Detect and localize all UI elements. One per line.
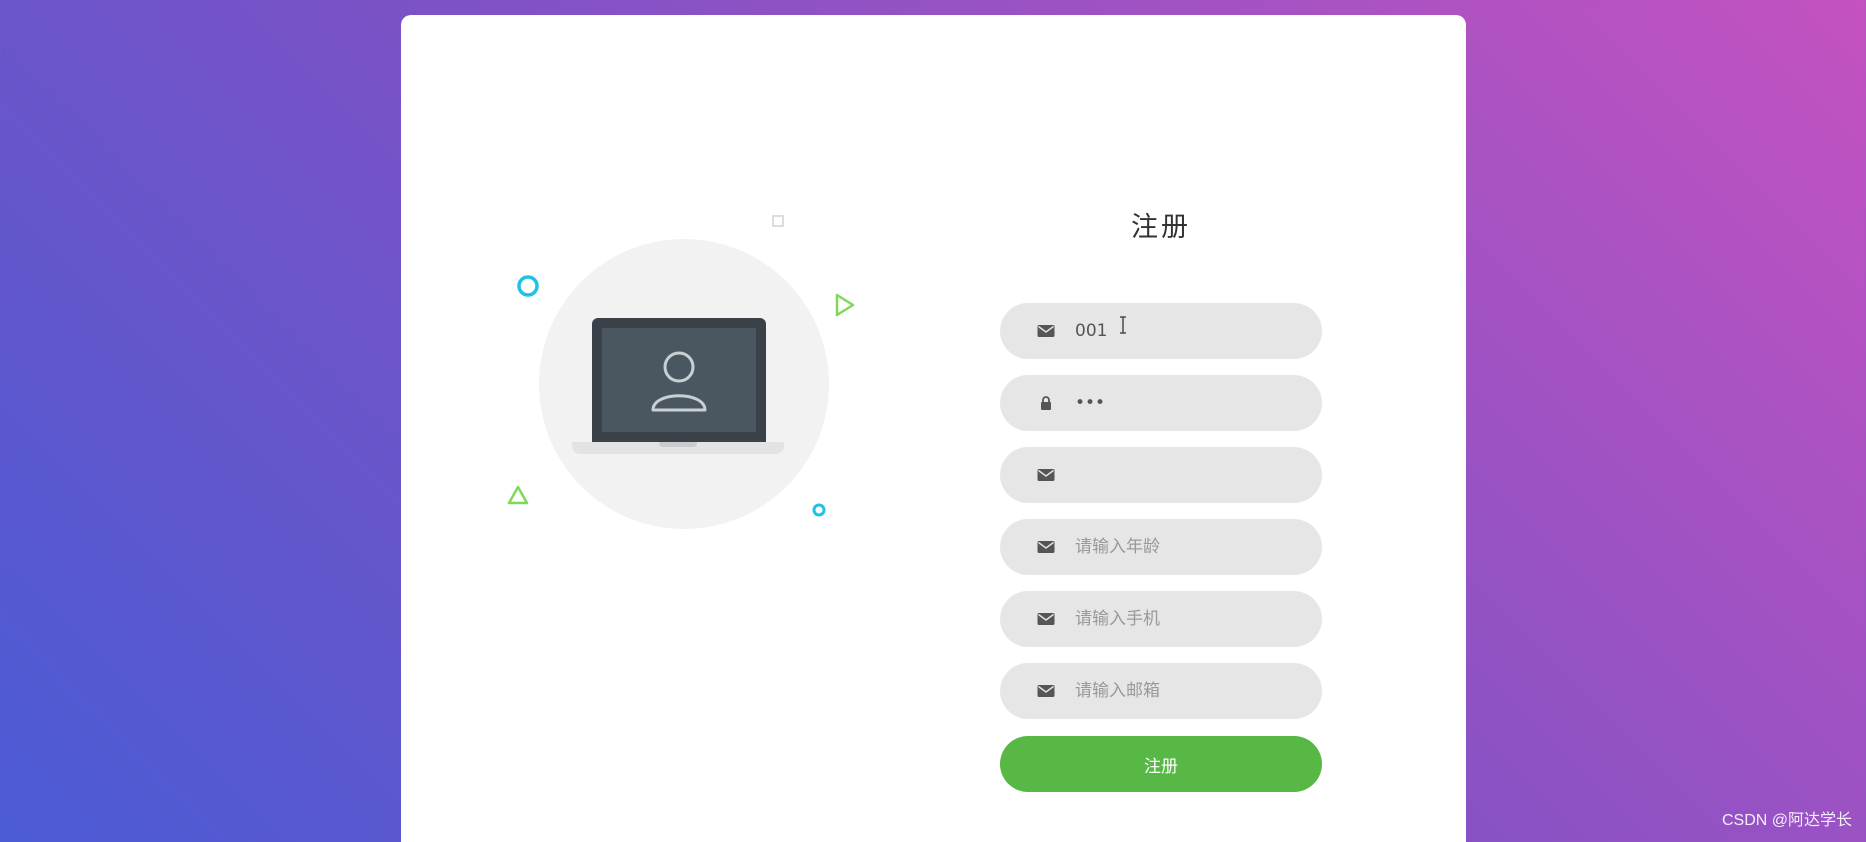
email-input[interactable] <box>1075 663 1305 719</box>
form-title: 注册 <box>1131 212 1191 243</box>
text-cursor-icon <box>1120 316 1126 334</box>
password-input[interactable] <box>1075 375 1305 431</box>
age-input[interactable] <box>1075 519 1305 575</box>
phone-field[interactable] <box>1000 591 1322 647</box>
watermark: CSDN @阿达学长 <box>1721 812 1852 829</box>
laptop-notch <box>659 442 697 447</box>
age-field[interactable] <box>1000 519 1322 575</box>
user-icon <box>651 351 707 412</box>
cyan-ring-small-icon <box>812 503 826 517</box>
email-field[interactable] <box>1000 663 1322 719</box>
square-outline-icon <box>772 215 784 227</box>
lock-icon <box>1041 396 1051 410</box>
confirm-field[interactable] <box>1000 447 1322 503</box>
green-play-triangle-icon <box>835 293 855 317</box>
password-field[interactable] <box>1000 375 1322 431</box>
laptop-illustration <box>500 210 870 550</box>
phone-input[interactable] <box>1075 591 1305 647</box>
laptop-screen <box>592 318 766 442</box>
envelope-icon <box>1037 541 1055 553</box>
confirm-input[interactable] <box>1075 447 1305 503</box>
envelope-icon <box>1037 325 1055 337</box>
username-input[interactable] <box>1075 303 1305 359</box>
username-field[interactable] <box>1000 303 1322 359</box>
cyan-ring-large-icon <box>517 275 539 297</box>
laptop-display <box>602 328 756 432</box>
register-button[interactable]: 注册 <box>1000 736 1322 792</box>
envelope-icon <box>1037 613 1055 625</box>
envelope-icon <box>1037 469 1055 481</box>
envelope-icon <box>1037 685 1055 697</box>
green-triangle-icon <box>507 485 529 505</box>
